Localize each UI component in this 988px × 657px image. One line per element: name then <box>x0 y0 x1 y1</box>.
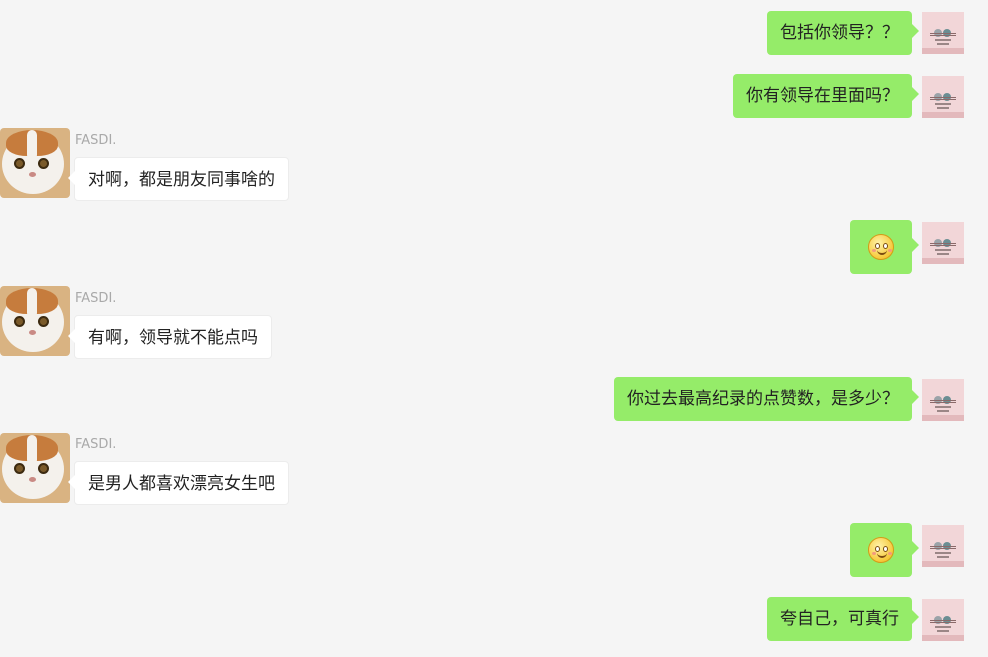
contact-avatar[interactable] <box>0 433 70 503</box>
my-avatar[interactable] <box>922 379 964 421</box>
sender-name: FASDI. <box>75 437 117 452</box>
incoming-message[interactable]: 有啊，领导就不能点吗 <box>68 315 272 359</box>
incoming-message[interactable]: 是男人都喜欢漂亮女生吧 <box>68 461 289 505</box>
incoming-message[interactable]: 对啊，都是朋友同事啥的 <box>68 157 289 201</box>
my-avatar[interactable] <box>922 222 964 264</box>
outgoing-message[interactable]: 你过去最高纪录的点赞数，是多少？ <box>614 377 919 421</box>
my-avatar[interactable] <box>922 76 964 118</box>
contact-avatar[interactable] <box>0 128 70 198</box>
my-avatar[interactable] <box>922 525 964 567</box>
sender-name: FASDI. <box>75 133 117 148</box>
contact-avatar[interactable] <box>0 286 70 356</box>
my-avatar[interactable] <box>922 12 964 54</box>
outgoing-message[interactable]: 夸自己，可真行 <box>767 597 919 641</box>
outgoing-emoji-message[interactable] <box>850 220 919 274</box>
outgoing-emoji-message[interactable] <box>850 523 919 577</box>
smiley-emoji-icon <box>868 537 894 563</box>
outgoing-message[interactable]: 你有领导在里面吗？ <box>733 74 919 118</box>
chat-window: 包括你领导？？ 你有领导在里面吗？ FASDI. 对啊，都是朋友同事啥的 FAS… <box>0 0 988 657</box>
outgoing-message[interactable]: 包括你领导？？ <box>767 11 919 55</box>
smiley-emoji-icon <box>868 234 894 260</box>
sender-name: FASDI. <box>75 291 117 306</box>
my-avatar[interactable] <box>922 599 964 641</box>
